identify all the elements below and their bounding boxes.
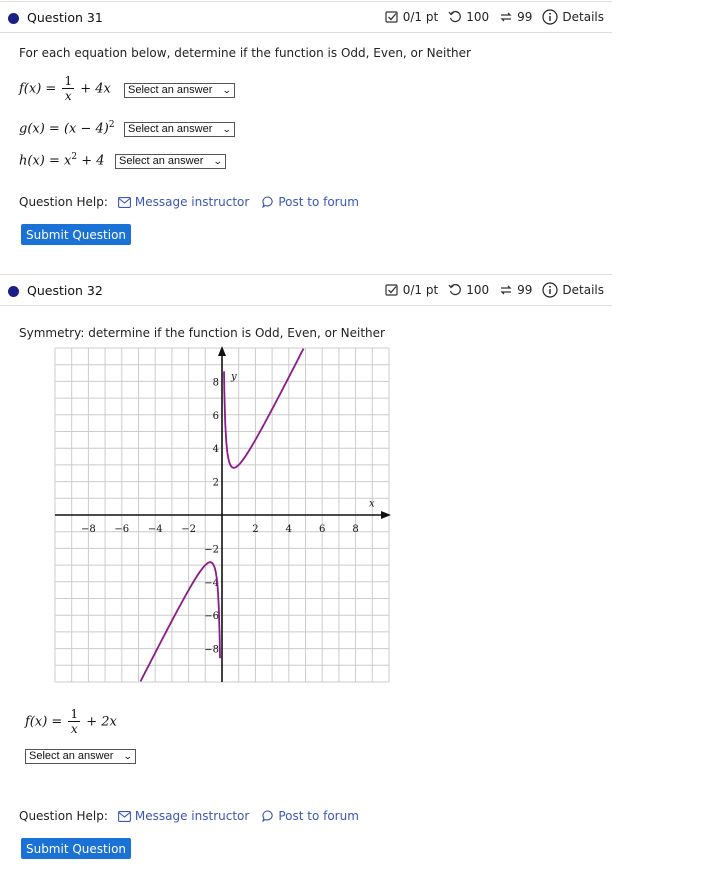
retry-icon [500,12,512,22]
mail-icon [117,196,131,208]
answer-select[interactable]: Select an answer ⌄ [25,749,136,764]
y-tick-label: −6 [204,611,219,622]
chevron-down-icon: ⌄ [222,124,233,134]
function-graph: −8 −6 −4 −2 2 4 6 88642−2−4−6−8xy [54,346,391,683]
equation-g: g(x) = (x − 4)2 [19,120,115,137]
equation-h: h(x) = x2 + 4 [19,152,105,169]
details-link[interactable]: Details [562,283,604,297]
curve-right-branch [223,348,305,469]
attempts-text: 100 [466,10,490,24]
post-to-forum-link[interactable]: Post to forum [262,195,359,209]
info-icon[interactable] [542,282,558,298]
chevron-down-icon: ⌄ [222,85,233,95]
answer-select-h[interactable]: Select an answer ⌄ [115,154,226,169]
submit-question-button[interactable]: Submit Question [21,224,131,245]
question-instructions: For each equation below, determine if th… [19,46,471,60]
help-label: Question Help: [19,195,108,209]
attempts-text: 100 [466,283,490,297]
attempts-icon [448,10,462,23]
question-help: Question Help: Message instructor Post t… [19,809,359,823]
forum-bubble-icon [262,196,273,208]
score-check-icon [385,284,398,296]
equation-f: f(x) = 1x + 2x [25,707,117,737]
chevron-down-icon: ⌄ [213,156,224,166]
x-tick-label: −6 [114,524,129,535]
question-meta: 0/1 pt 100 99 Details [385,9,604,25]
x-tick-label: −8 [81,524,96,535]
question-meta: 0/1 pt 100 99 Details [385,282,604,298]
score-text: 0/1 pt [402,283,439,297]
help-label: Question Help: [19,809,108,823]
x-tick-label: 2 [252,524,258,535]
question-help: Question Help: Message instructor Post t… [19,195,359,209]
retries-text: 99 [517,283,533,297]
chevron-down-icon: ⌄ [123,751,134,761]
x-tick-label: 8 [352,524,358,535]
question-header: Question 31 0/1 pt 100 99 Details [0,1,612,33]
score-check-icon [385,11,398,23]
forum-bubble-icon [262,810,273,822]
y-tick-label: 2 [213,478,219,489]
answer-select-f[interactable]: Select an answer ⌄ [124,83,235,98]
x-tick-label: −4 [148,524,163,535]
question-header: Question 32 0/1 pt 100 99 Details [0,274,612,306]
message-instructor-link[interactable]: Message instructor [117,809,249,823]
x-tick-label: −2 [181,524,196,535]
retry-icon [500,285,512,295]
details-link[interactable]: Details [562,10,604,24]
x-tick-label: 6 [319,524,325,535]
question-bullet-icon [8,286,19,297]
question-title: Question 32 [27,283,103,298]
y-tick-label: −8 [204,645,219,656]
post-to-forum-link[interactable]: Post to forum [262,809,359,823]
message-instructor-link[interactable]: Message instructor [117,195,249,209]
mail-icon [117,810,131,822]
attempts-icon [448,283,462,296]
submit-question-button[interactable]: Submit Question [21,838,131,859]
equation-f: f(x) = 1x + 4x [19,74,111,104]
y-tick-label: −2 [204,544,219,555]
question-bullet-icon [8,13,19,24]
y-tick-label: 8 [213,377,219,388]
info-icon[interactable] [542,9,558,25]
retries-text: 99 [517,10,533,24]
question-instructions: Symmetry: determine if the function is O… [19,326,385,340]
score-text: 0/1 pt [402,10,439,24]
question-title: Question 31 [27,10,103,25]
y-tick-label: 4 [213,444,219,455]
answer-select-g[interactable]: Select an answer ⌄ [124,122,235,137]
x-axis-label: x [369,499,375,510]
y-tick-label: 6 [213,411,219,422]
y-axis-label: y [230,372,237,383]
x-tick-label: 4 [286,524,292,535]
